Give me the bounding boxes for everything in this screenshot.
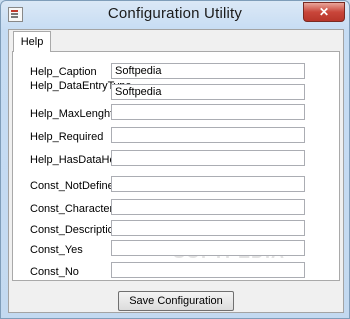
help-required-label: Help_Required	[30, 131, 104, 143]
app-window: Configuration Utility ✕ Help Help_Captio…	[0, 0, 350, 319]
help-dataentrytype-input[interactable]	[111, 84, 305, 100]
const-no-label: Const_No	[30, 266, 79, 278]
tab-help[interactable]: Help	[13, 31, 51, 52]
save-configuration-button[interactable]: Save Configuration	[118, 291, 234, 311]
const-yes-label: Const_Yes	[30, 244, 83, 256]
const-yes-input[interactable]	[111, 240, 305, 256]
help-maxlenght-input[interactable]	[111, 104, 305, 120]
field-row-help-dataentrytype: Help_DataEntryType	[13, 80, 339, 100]
client-area: Help Help_Caption Help_DataEntryType Hel…	[8, 29, 344, 313]
close-button[interactable]: ✕	[303, 2, 345, 22]
field-row-help-required: Help_Required	[13, 127, 339, 145]
const-description-input[interactable]	[111, 220, 305, 236]
help-required-input[interactable]	[111, 127, 305, 143]
const-no-input[interactable]	[111, 262, 305, 278]
const-description-label: Const_Description	[30, 224, 120, 236]
field-row-const-description: Const_Description	[13, 220, 339, 238]
help-caption-input[interactable]	[111, 63, 305, 79]
field-row-help-maxlenght: Help_MaxLenght	[13, 104, 339, 122]
help-caption-label: Help_Caption	[30, 66, 97, 78]
close-icon: ✕	[318, 5, 330, 19]
field-row-const-characters: Const_Characters	[13, 199, 339, 217]
const-characters-input[interactable]	[111, 199, 305, 215]
const-notdefined-label: Const_NotDefined	[30, 180, 120, 192]
field-row-const-yes: Const_Yes	[13, 240, 339, 258]
help-hasdatahelp-input[interactable]	[111, 150, 305, 166]
title-bar[interactable]: Configuration Utility ✕	[1, 1, 349, 27]
const-characters-label: Const_Characters	[30, 203, 119, 215]
field-row-help-hasdatahelp: Help_HasDataHelp	[13, 150, 339, 168]
help-maxlenght-label: Help_MaxLenght	[30, 108, 114, 120]
window-title: Configuration Utility	[107, 5, 243, 22]
field-row-const-no: Const_No	[13, 262, 339, 280]
field-row-const-notdefined: Const_NotDefined	[13, 176, 339, 194]
tab-panel-help: Help_Caption Help_DataEntryType Help_Max…	[12, 51, 340, 281]
field-row-help-caption: Help_Caption	[13, 63, 339, 81]
const-notdefined-input[interactable]	[111, 176, 305, 192]
